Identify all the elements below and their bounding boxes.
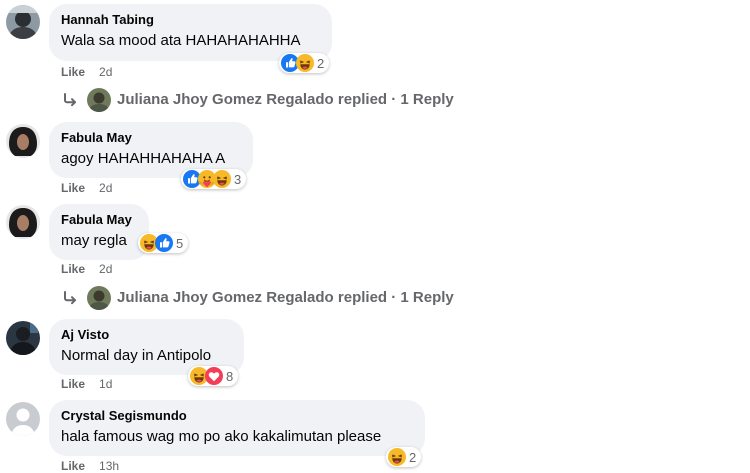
comment-bubble: Crystal Segismundo hala famous wag mo po… — [49, 400, 425, 456]
reaction-count: 8 — [226, 368, 234, 384]
comment-actions: Like 2d — [61, 181, 112, 195]
reply-arrow-icon — [64, 93, 76, 107]
reactions-badge[interactable]: 2 — [279, 53, 330, 73]
reply-avatar — [87, 88, 111, 112]
reply-text[interactable]: Juliana Jhoy Gomez Regalado replied · 1 … — [117, 90, 454, 110]
comment-actions: Like 1d — [61, 377, 112, 391]
reactions-badge[interactable]: 5 — [138, 233, 189, 253]
like-button[interactable]: Like — [61, 377, 85, 391]
timestamp[interactable]: 2d — [99, 65, 112, 79]
comment-author[interactable]: Crystal Segismundo — [61, 408, 413, 424]
view-replies-link[interactable]: Juliana Jhoy Gomez Regalado replied · 1 … — [61, 286, 454, 310]
reaction-count: 5 — [176, 235, 184, 251]
comment-author[interactable]: Aj Visto — [61, 327, 232, 343]
comment-actions: Like 2d — [61, 65, 112, 79]
timestamp[interactable]: 1d — [99, 377, 112, 391]
like-button[interactable]: Like — [61, 459, 85, 473]
timestamp[interactable]: 2d — [99, 262, 112, 276]
reaction-count: 2 — [409, 449, 417, 465]
like-reaction-icon — [155, 234, 173, 252]
haha-reaction-icon — [296, 54, 314, 72]
haha-reaction-icon — [213, 170, 231, 188]
comment-actions: Like 13h — [61, 459, 119, 473]
avatar[interactable] — [6, 5, 40, 39]
comment-bubble: Fabula May may regla — [49, 204, 149, 260]
like-button[interactable]: Like — [61, 65, 85, 79]
comment-text: hala famous wag mo po ako kakalimutan pl… — [61, 428, 382, 445]
like-button[interactable]: Like — [61, 181, 85, 195]
love-reaction-icon — [205, 367, 223, 385]
comment-author[interactable]: Fabula May — [61, 212, 137, 228]
timestamp[interactable]: 13h — [99, 459, 119, 473]
comment-text: Wala sa mood ata HAHAHAHAHHA — [61, 32, 301, 49]
avatar[interactable] — [6, 124, 40, 158]
reactions-badge[interactable]: 2 — [386, 447, 422, 467]
haha-reaction-icon — [388, 448, 406, 466]
reaction-count: 2 — [317, 55, 325, 71]
avatar[interactable] — [6, 205, 40, 239]
view-replies-link[interactable]: Juliana Jhoy Gomez Regalado replied · 1 … — [61, 88, 454, 112]
comment-text: may regla — [61, 232, 127, 249]
comment-text: Normal day in Antipolo — [61, 347, 212, 364]
comment-text: agoy HAHAHHAHAHA A — [61, 150, 226, 167]
comment-author[interactable]: Hannah Tabing — [61, 12, 320, 28]
like-button[interactable]: Like — [61, 262, 85, 276]
comment-author[interactable]: Fabula May — [61, 130, 241, 146]
reply-avatar — [87, 286, 111, 310]
reactions-badge[interactable]: 8 — [188, 366, 239, 386]
reply-arrow-icon — [64, 291, 76, 305]
reaction-count: 3 — [234, 171, 242, 187]
avatar[interactable] — [6, 402, 40, 436]
comment-actions: Like 2d — [61, 262, 112, 276]
reactions-badge[interactable]: 3 — [181, 169, 247, 189]
timestamp[interactable]: 2d — [99, 181, 112, 195]
reply-text[interactable]: Juliana Jhoy Gomez Regalado replied · 1 … — [117, 288, 454, 308]
avatar[interactable] — [6, 321, 40, 355]
